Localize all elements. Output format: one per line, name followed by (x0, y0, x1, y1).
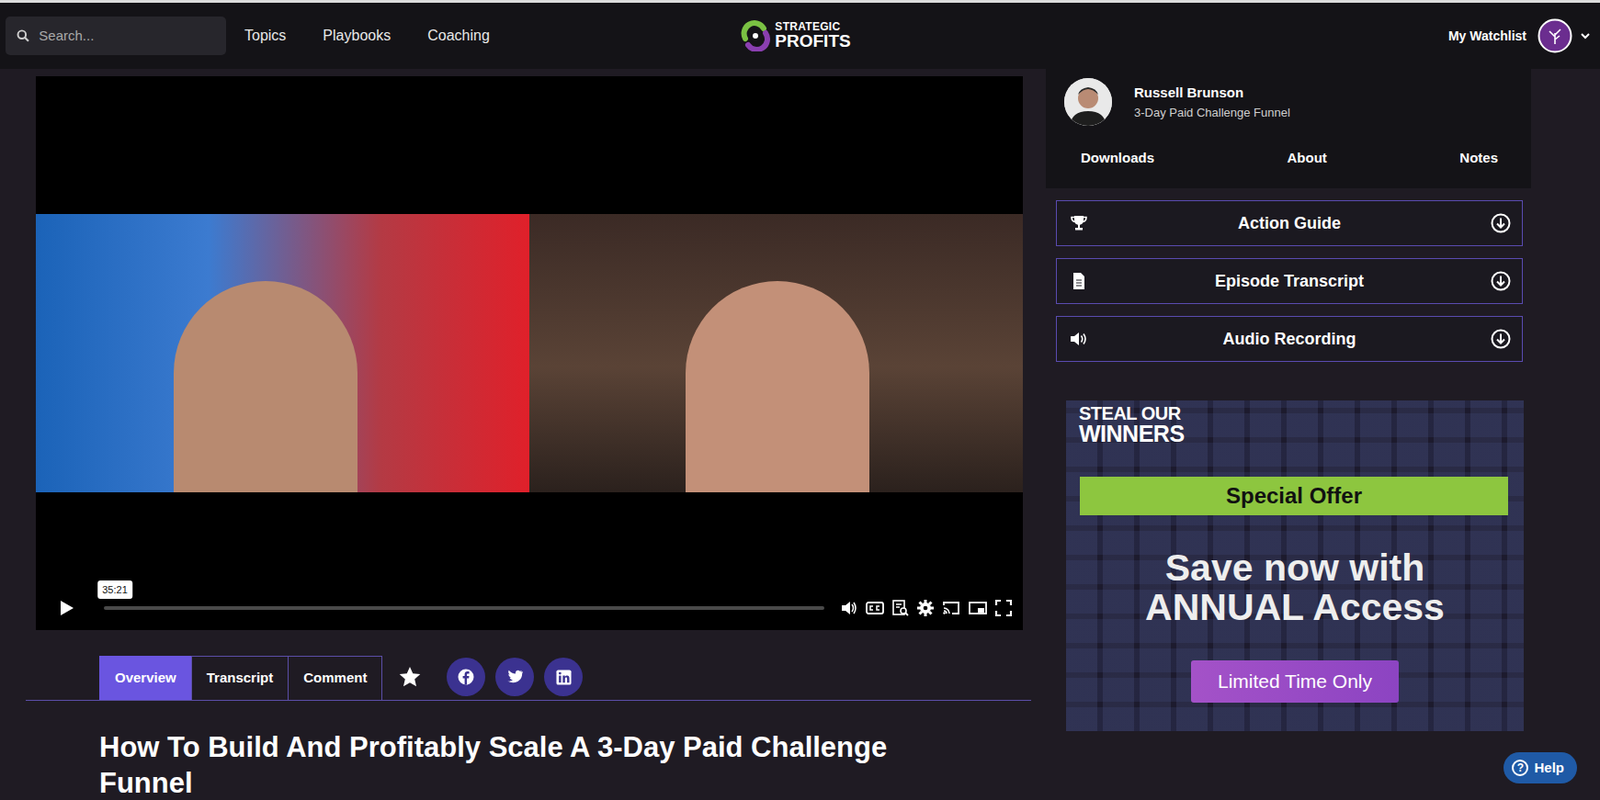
search-box[interactable] (5, 16, 227, 56)
download-item[interactable]: Audio Recording (1055, 316, 1523, 363)
author-avatar (1064, 78, 1113, 126)
main-nav: Topics Playbooks Coaching (244, 24, 490, 47)
twitter-share-button[interactable] (495, 658, 534, 697)
author-card: Russell Brunson 3-Day Paid Challenge Fun… (1045, 68, 1532, 189)
cast-icon[interactable] (941, 601, 961, 616)
ad-brand-text: STEAL OUR (1078, 404, 1511, 423)
help-button[interactable]: ? Help (1503, 752, 1578, 785)
linkedin-icon (556, 669, 572, 686)
user-avatar-icon[interactable] (1537, 18, 1573, 54)
author-subtitle: 3-Day Paid Challenge Funnel (1134, 103, 1291, 123)
episode-title: How To Build And Profitably Scale A 3-Da… (25, 730, 945, 800)
help-label: Help (1533, 758, 1565, 780)
download-item[interactable]: Action Guide (1055, 200, 1523, 247)
special-offer-banner: Special Offer (1079, 476, 1509, 516)
author-name[interactable]: Russell Brunson (1134, 82, 1291, 104)
search-icon (16, 28, 30, 44)
content-tab[interactable]: Overview (99, 656, 193, 701)
linkedin-share-button[interactable] (544, 658, 583, 697)
ad-headline: ANNUAL Access (1066, 588, 1524, 628)
main-column: 35:21 Overview Transcript Comment (25, 68, 1032, 800)
downloads-list: Action Guide Episode Transcript Audio Reco… (1045, 200, 1532, 363)
download-label: Audio Recording (1088, 327, 1491, 352)
site-logo[interactable]: STRATEGIC PROFITS (739, 20, 851, 52)
document-icon (1069, 272, 1089, 291)
volume-icon[interactable] (840, 601, 858, 616)
fullscreen-icon[interactable] (995, 600, 1012, 617)
download-label: Episode Transcript (1088, 269, 1491, 295)
download-label: Action Guide (1088, 211, 1491, 237)
content-tabs: Overview Transcript Comment (25, 656, 1032, 702)
content-tab[interactable]: Comment (287, 656, 383, 701)
audio-icon (1069, 329, 1089, 349)
logo-text: STRATEGIC (774, 22, 851, 33)
download-arrow-icon (1490, 213, 1511, 234)
transcript-search-icon[interactable] (892, 600, 909, 617)
play-icon[interactable] (59, 600, 75, 617)
tab-label: Transcript (206, 668, 274, 690)
download-item[interactable]: Episode Transcript (1055, 258, 1523, 305)
sidebar: Russell Brunson 3-Day Paid Challenge Fun… (1045, 68, 1532, 800)
picture-in-picture-icon[interactable] (968, 601, 988, 616)
video-player[interactable]: 35:21 (35, 76, 1023, 631)
chevron-down-icon[interactable] (1579, 30, 1591, 42)
captions-icon[interactable] (865, 601, 885, 616)
time-tooltip: 35:21 (97, 580, 133, 601)
nav-link[interactable]: Coaching (427, 24, 490, 47)
settings-gear-icon[interactable] (917, 600, 934, 617)
logo-icon (739, 20, 772, 52)
ad-banner[interactable]: STEAL OUR WINNERS Special Offer Save now… (1066, 400, 1524, 732)
sidebar-tabs: Downloads About Notes (1060, 147, 1517, 170)
download-arrow-icon (1490, 271, 1511, 292)
limited-time-button[interactable]: Limited Time Only (1191, 660, 1399, 704)
sidebar-tab[interactable]: Downloads (1080, 147, 1155, 170)
facebook-share-button[interactable] (446, 658, 486, 697)
watchlist-link[interactable]: My Watchlist (1448, 26, 1527, 46)
tab-label: Overview (114, 668, 177, 690)
search-input[interactable] (36, 24, 216, 48)
tab-label: Comment (303, 668, 367, 690)
video-controls: 35:21 (35, 593, 1023, 624)
sidebar-tab[interactable]: Notes (1459, 147, 1498, 170)
trophy-icon (1069, 214, 1089, 233)
facebook-icon (457, 669, 475, 686)
ad-brand-text: WINNERS (1078, 422, 1511, 446)
content-tab[interactable]: Transcript (191, 656, 290, 701)
sidebar-tab[interactable]: About (1287, 147, 1328, 170)
nav-link[interactable]: Playbooks (322, 24, 391, 47)
star-icon[interactable] (397, 665, 422, 690)
progress-track[interactable]: 35:21 (103, 606, 825, 611)
site-header: Topics Playbooks Coaching STRATEGIC PROFIT… (0, 2, 1600, 69)
download-arrow-icon (1490, 329, 1511, 350)
logo-text: PROFITS (774, 33, 851, 50)
ad-headline: Save now with (1066, 548, 1524, 589)
twitter-bird-icon (506, 669, 523, 685)
nav-link[interactable]: Topics (244, 24, 286, 47)
video-frame (35, 214, 1023, 493)
help-question-icon: ? (1511, 760, 1529, 777)
